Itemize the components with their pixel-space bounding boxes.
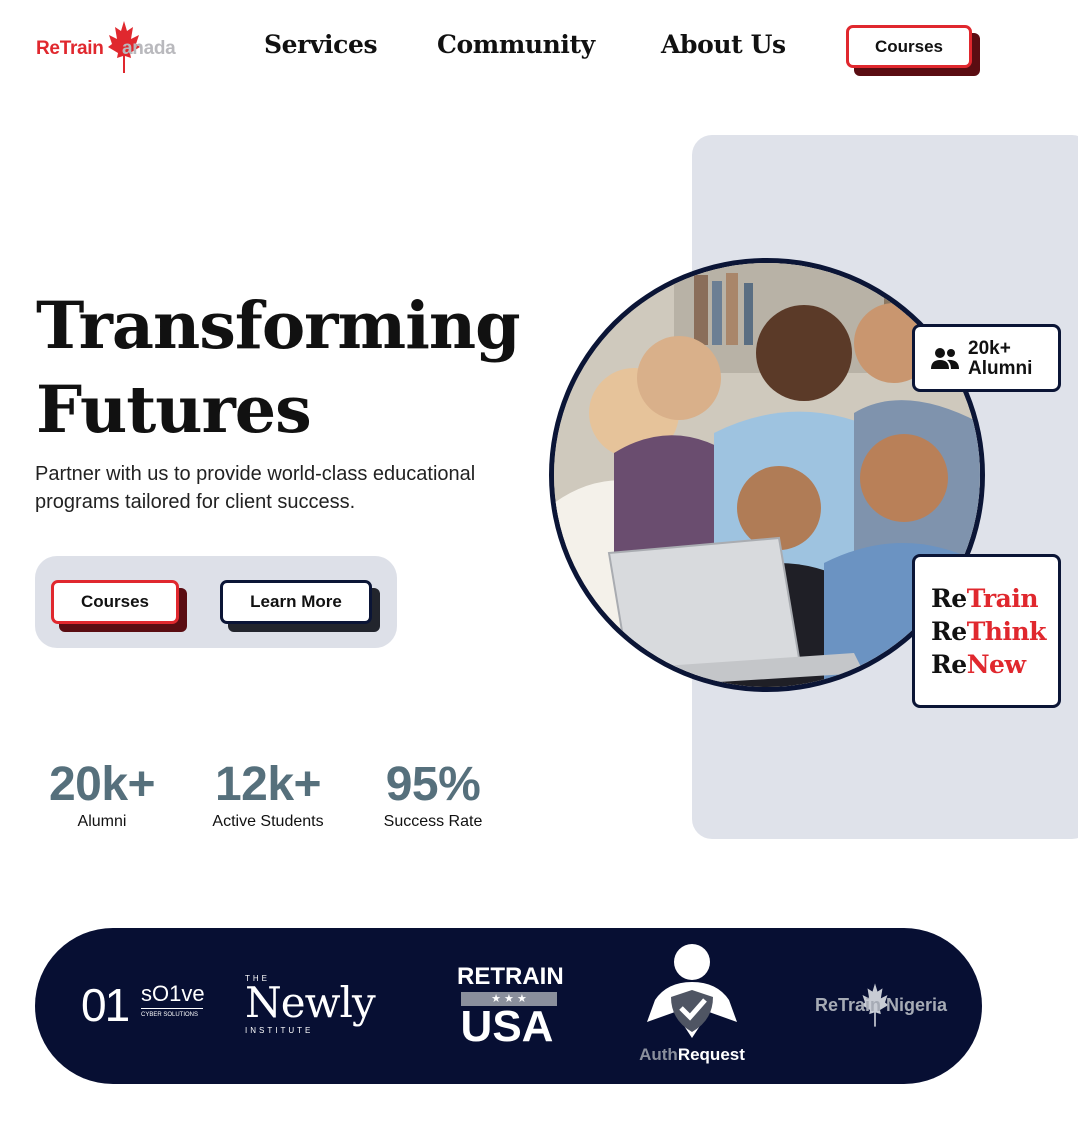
stat-value: 20k+: [48, 758, 156, 811]
stat-label: Success Rate: [383, 813, 483, 830]
partner-logo-retrain-nigeria[interactable]: ReTrain Nigeria: [815, 980, 947, 1034]
alumni-badge-text: 20k+ Alumni: [968, 339, 1032, 379]
shield-check-icon: [647, 944, 737, 1038]
nav-about-us[interactable]: About Us: [661, 30, 786, 59]
stat-active-students: 12k+ Active Students: [202, 758, 334, 832]
stat-label: Alumni: [77, 813, 127, 830]
learn-more-button-wrap: Learn More: [220, 580, 380, 632]
nav-community[interactable]: Community: [437, 30, 595, 59]
logo-text-canada: anada: [122, 38, 176, 59]
header-courses-button[interactable]: Courses: [846, 25, 972, 68]
brand-logo[interactable]: ReTrain anada: [36, 21, 206, 76]
alumni-badge-label: Alumni: [968, 358, 1033, 379]
motto-line-retrain: ReTrain: [931, 584, 1039, 613]
stat-label: Active Students: [212, 813, 324, 830]
alumni-badge-count: 20k+: [968, 338, 1011, 359]
partner-logo-retrain-usa[interactable]: RETRAIN ★ ★ ★ USA: [457, 964, 564, 1050]
header-courses-button-wrap: Courses: [846, 25, 980, 76]
stat-value: 12k+: [214, 758, 322, 811]
users-icon: [931, 348, 959, 369]
stat-value: 95%: [385, 758, 481, 811]
stat-success-rate: 95% Success Rate: [372, 758, 494, 832]
logo-text-retrain: ReTrain: [36, 38, 104, 59]
hero-title-line2: Futures: [36, 372, 312, 448]
hero-title: Transforming Futures: [36, 284, 521, 452]
motto-line-renew: ReNew: [931, 650, 1026, 679]
partner-logo-solve[interactable]: 01 sO1ve CYBER SOLUTIONS: [81, 980, 211, 1030]
partner-logo-authrequest[interactable]: AuthRequest: [629, 942, 755, 1070]
nav-services[interactable]: Services: [264, 30, 378, 59]
hero-courses-button-wrap: Courses: [51, 580, 187, 632]
alumni-badge-card: 20k+ Alumni: [912, 324, 1061, 392]
partner-logo-newly[interactable]: THE Newly INSTITUTE: [245, 974, 405, 1036]
hero-courses-button[interactable]: Courses: [51, 580, 179, 624]
hero-cta-panel: Courses Learn More: [35, 556, 397, 648]
partner-logos-strip: 01 sO1ve CYBER SOLUTIONS THE Newly INSTI…: [35, 928, 982, 1084]
learn-more-button[interactable]: Learn More: [220, 580, 372, 624]
hero-title-line1: Transforming: [36, 288, 521, 364]
hero-subtitle: Partner with us to provide world-class e…: [35, 463, 476, 513]
stat-alumni: 20k+ Alumni: [42, 758, 162, 832]
motto-line-rethink: ReThink: [931, 617, 1046, 646]
motto-card: ReTrain ReThink ReNew: [912, 554, 1061, 708]
